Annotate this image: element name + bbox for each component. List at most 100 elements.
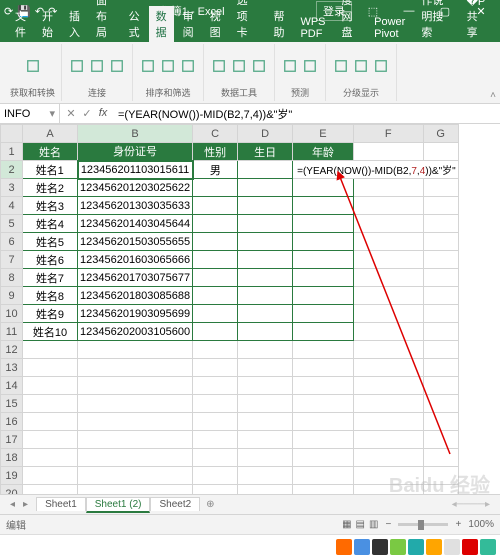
cell[interactable] — [78, 395, 193, 413]
column-header[interactable]: D — [238, 125, 293, 143]
row-header[interactable]: 10 — [1, 305, 23, 323]
cell[interactable] — [423, 287, 458, 305]
tell-me[interactable]: ♀ 操作说明搜索 — [414, 0, 457, 42]
cell[interactable] — [78, 431, 193, 449]
cell[interactable] — [193, 449, 238, 467]
cell[interactable]: 姓名9 — [23, 305, 78, 323]
cell[interactable] — [238, 305, 293, 323]
ribbon-command-icon[interactable] — [179, 57, 197, 75]
cell[interactable] — [23, 395, 78, 413]
ribbon-tab[interactable]: 百度网盘 — [335, 0, 366, 42]
cell[interactable] — [423, 467, 458, 485]
cell[interactable] — [423, 395, 458, 413]
cell[interactable]: 男 — [193, 161, 238, 179]
cell[interactable] — [293, 431, 354, 449]
ribbon-command-icon[interactable] — [210, 57, 228, 75]
column-header[interactable]: E — [293, 125, 354, 143]
table-header-cell[interactable]: 身份证号 — [78, 143, 193, 161]
ribbon-command-icon[interactable] — [372, 57, 390, 75]
cell[interactable] — [423, 179, 458, 197]
cell[interactable] — [238, 359, 293, 377]
formula-display-cell[interactable]: =(YEAR(NOW())-MID(B2,7,4))&"岁" — [293, 161, 459, 179]
cell[interactable] — [293, 269, 354, 287]
row-header[interactable]: 11 — [1, 323, 23, 341]
cell[interactable] — [293, 179, 354, 197]
cell[interactable] — [353, 269, 423, 287]
cell[interactable] — [293, 215, 354, 233]
new-sheet-icon[interactable]: ⊕ — [206, 499, 214, 510]
ribbon-tab[interactable]: 视图 — [203, 6, 228, 42]
cell[interactable] — [293, 233, 354, 251]
cell[interactable] — [78, 359, 193, 377]
cell[interactable] — [423, 485, 458, 495]
table-header-cell[interactable]: 性别 — [193, 143, 238, 161]
cell[interactable]: 姓名10 — [23, 323, 78, 341]
cell[interactable] — [23, 359, 78, 377]
ribbon-command-icon[interactable] — [301, 57, 319, 75]
cell[interactable] — [423, 359, 458, 377]
cell[interactable] — [23, 413, 78, 431]
cell[interactable] — [23, 431, 78, 449]
cell[interactable] — [23, 467, 78, 485]
ribbon-command-icon[interactable] — [281, 57, 299, 75]
cell[interactable] — [193, 431, 238, 449]
cell[interactable] — [78, 341, 193, 359]
cell[interactable] — [193, 323, 238, 341]
cell[interactable] — [193, 197, 238, 215]
cell[interactable] — [353, 431, 423, 449]
row-header[interactable]: 17 — [1, 431, 23, 449]
cell[interactable] — [238, 467, 293, 485]
ribbon-tab[interactable]: 插入 — [62, 6, 87, 42]
table-header-cell[interactable]: 年龄 — [293, 143, 354, 161]
ribbon-command-icon[interactable] — [108, 57, 126, 75]
cell[interactable] — [193, 377, 238, 395]
cell[interactable] — [423, 449, 458, 467]
taskbar-icon[interactable] — [336, 539, 352, 555]
ribbon-command-icon[interactable] — [230, 57, 248, 75]
cell[interactable] — [238, 449, 293, 467]
row-header[interactable]: 20 — [1, 485, 23, 495]
table-header-cell[interactable]: 生日 — [238, 143, 293, 161]
cell[interactable] — [353, 485, 423, 495]
cell[interactable] — [423, 377, 458, 395]
cell[interactable]: 姓名6 — [23, 251, 78, 269]
ribbon-command-icon[interactable] — [352, 57, 370, 75]
cell[interactable] — [238, 323, 293, 341]
cell[interactable] — [353, 395, 423, 413]
taskbar-icon[interactable] — [372, 539, 388, 555]
view-break-icon[interactable]: ▥ — [369, 519, 378, 530]
ribbon-command-icon[interactable] — [332, 57, 350, 75]
cell[interactable]: 123456201803085688 — [78, 287, 193, 305]
cell[interactable] — [193, 287, 238, 305]
row-header[interactable]: 9 — [1, 287, 23, 305]
column-header[interactable]: G — [423, 125, 458, 143]
ribbon-tab[interactable]: Power Pivot — [367, 14, 412, 42]
cell[interactable] — [78, 449, 193, 467]
cell[interactable] — [423, 215, 458, 233]
row-header[interactable]: 12 — [1, 341, 23, 359]
cell[interactable] — [193, 395, 238, 413]
fx-icon[interactable]: fx — [96, 107, 110, 120]
row-header[interactable]: 15 — [1, 395, 23, 413]
cell[interactable] — [238, 197, 293, 215]
ribbon-tab[interactable]: 审阅 — [176, 6, 201, 42]
row-header[interactable]: 4 — [1, 197, 23, 215]
cell[interactable]: 姓名8 — [23, 287, 78, 305]
row-header[interactable]: 16 — [1, 413, 23, 431]
cell[interactable] — [293, 467, 354, 485]
view-layout-icon[interactable]: ▤ — [356, 519, 365, 530]
cell[interactable] — [423, 269, 458, 287]
cell[interactable] — [423, 341, 458, 359]
row-header[interactable]: 6 — [1, 233, 23, 251]
accept-formula-icon[interactable]: ✓ — [80, 107, 94, 120]
cell[interactable] — [353, 305, 423, 323]
cell[interactable] — [293, 251, 354, 269]
share-button[interactable]: �P 共享 — [460, 0, 492, 42]
cell[interactable] — [423, 323, 458, 341]
cell[interactable] — [293, 341, 354, 359]
cell[interactable] — [423, 305, 458, 323]
ribbon-tab[interactable]: 页面布局 — [89, 0, 120, 42]
zoom-slider[interactable] — [398, 523, 448, 526]
cell[interactable] — [353, 359, 423, 377]
cell[interactable] — [353, 215, 423, 233]
